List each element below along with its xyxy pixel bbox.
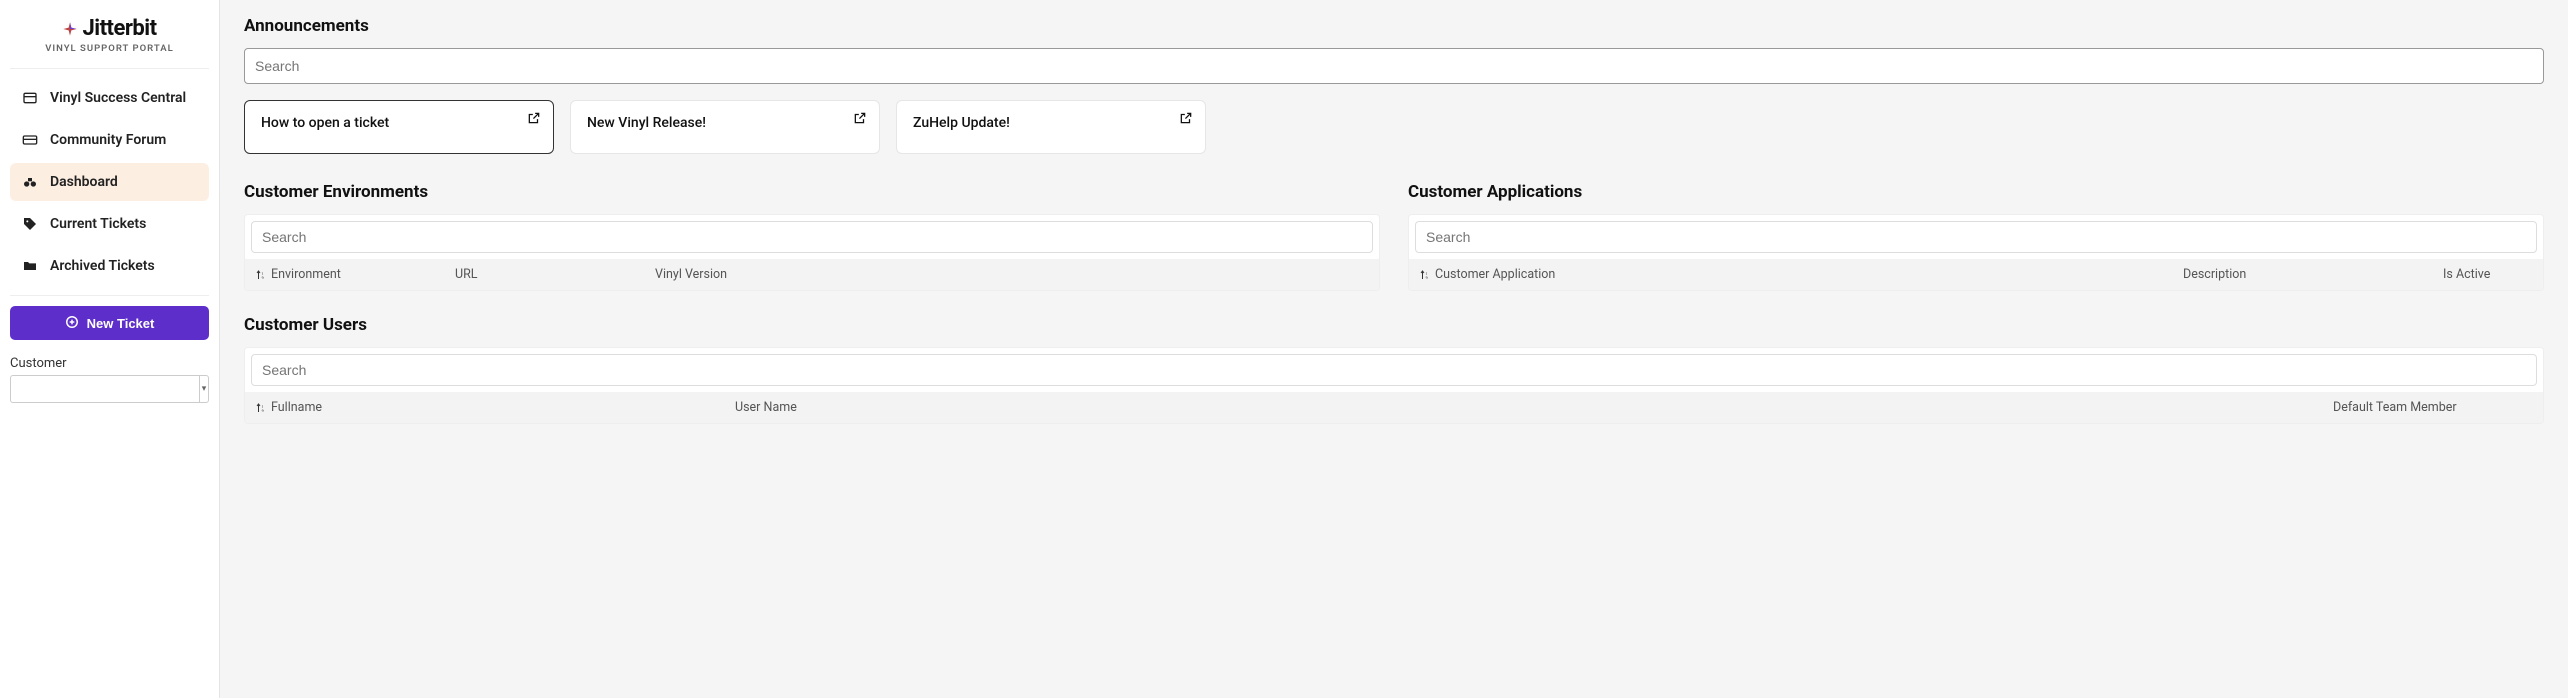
svg-text:9: 9 <box>262 275 264 280</box>
customer-users-title: Customer Users <box>244 315 2544 335</box>
announcement-card-title: ZuHelp Update! <box>913 115 1010 131</box>
sidebar-item-label: Dashboard <box>50 174 118 190</box>
announcement-card[interactable]: How to open a ticket <box>244 100 554 154</box>
sidebar-item-vinyl-success[interactable]: Vinyl Success Central <box>10 79 209 117</box>
card-icon <box>22 132 38 148</box>
column-header-user-name[interactable]: User Name <box>735 400 2333 415</box>
customer-label: Customer <box>10 356 209 371</box>
sidebar-item-label: Community Forum <box>50 132 166 148</box>
column-header-is-active[interactable]: Is Active <box>2443 267 2533 282</box>
customer-users-panel: 19 Fullname User Name Default Team Membe… <box>244 347 2544 424</box>
announcements-search-input[interactable] <box>244 48 2544 84</box>
column-header-fullname[interactable]: 19 Fullname <box>255 400 735 415</box>
folder-icon <box>22 258 38 274</box>
sidebar-item-label: Current Tickets <box>50 216 146 232</box>
brand-star-icon <box>62 21 78 37</box>
sidebar-item-community-forum[interactable]: Community Forum <box>10 121 209 159</box>
external-link-icon[interactable] <box>527 111 541 129</box>
customer-applications-headers: 19 Customer Application Description Is A… <box>1409 259 2543 290</box>
column-header-url[interactable]: URL <box>455 267 655 282</box>
sidebar-item-archived-tickets[interactable]: Archived Tickets <box>10 247 209 285</box>
grid-icon <box>22 90 38 106</box>
customer-applications-panel: 19 Customer Application Description Is A… <box>1408 214 2544 291</box>
tag-icon <box>22 216 38 232</box>
column-header-vinyl-version[interactable]: Vinyl Version <box>655 267 1369 282</box>
customer-environments-headers: 19 Environment URL Vinyl Version <box>245 259 1379 290</box>
customer-applications-search-input[interactable] <box>1415 221 2537 253</box>
customer-environments-panel: 19 Environment URL Vinyl Version <box>244 214 1380 291</box>
sort-asc-icon: 19 <box>255 269 267 281</box>
column-header-default-team-member[interactable]: Default Team Member <box>2333 400 2533 415</box>
announcement-card[interactable]: New Vinyl Release! <box>570 100 880 154</box>
main-content: Announcements How to open a ticket New V… <box>220 0 2568 698</box>
brand-subtitle: VINYL SUPPORT PORTAL <box>20 43 199 54</box>
column-header-description[interactable]: Description <box>2183 267 2443 282</box>
customer-applications-title: Customer Applications <box>1408 182 2544 202</box>
column-header-environment[interactable]: 19 Environment <box>255 267 455 282</box>
sort-asc-icon: 19 <box>1419 269 1431 281</box>
brand-name: Jitterbit <box>82 16 156 41</box>
sidebar: Jitterbit VINYL SUPPORT PORTAL Vinyl Suc… <box>0 0 220 698</box>
announcement-cards: How to open a ticket New Vinyl Release! … <box>244 100 2544 154</box>
svg-text:9: 9 <box>1426 275 1428 280</box>
announcement-card-title: How to open a ticket <box>261 115 389 131</box>
svg-text:9: 9 <box>262 408 264 413</box>
customer-users-search-input[interactable] <box>251 354 2537 386</box>
customer-users-headers: 19 Fullname User Name Default Team Membe… <box>245 392 2543 423</box>
customer-environments-title: Customer Environments <box>244 182 1380 202</box>
announcement-card[interactable]: ZuHelp Update! <box>896 100 1206 154</box>
binoculars-icon <box>22 174 38 190</box>
announcement-card-title: New Vinyl Release! <box>587 115 706 131</box>
sidebar-item-current-tickets[interactable]: Current Tickets <box>10 205 209 243</box>
external-link-icon[interactable] <box>1179 111 1193 129</box>
sidebar-item-label: Archived Tickets <box>50 258 155 274</box>
new-ticket-label: New Ticket <box>87 316 155 331</box>
customer-input[interactable] <box>10 375 199 403</box>
plus-circle-icon <box>65 315 79 332</box>
announcements-title: Announcements <box>244 16 2544 36</box>
customer-environments-search-input[interactable] <box>251 221 1373 253</box>
external-link-icon[interactable] <box>853 111 867 129</box>
sidebar-item-dashboard[interactable]: Dashboard <box>10 163 209 201</box>
new-ticket-button[interactable]: New Ticket <box>10 306 209 340</box>
sort-asc-icon: 19 <box>255 402 267 414</box>
chevron-down-icon[interactable]: ▾ <box>199 375 209 403</box>
brand-block: Jitterbit VINYL SUPPORT PORTAL <box>10 10 209 69</box>
sidebar-divider <box>10 295 209 296</box>
customer-select[interactable]: ▾ <box>10 375 209 403</box>
sidebar-item-label: Vinyl Success Central <box>50 90 186 106</box>
column-header-customer-application[interactable]: 19 Customer Application <box>1419 267 2183 282</box>
sidebar-nav: Vinyl Success Central Community Forum Da… <box>0 79 219 285</box>
